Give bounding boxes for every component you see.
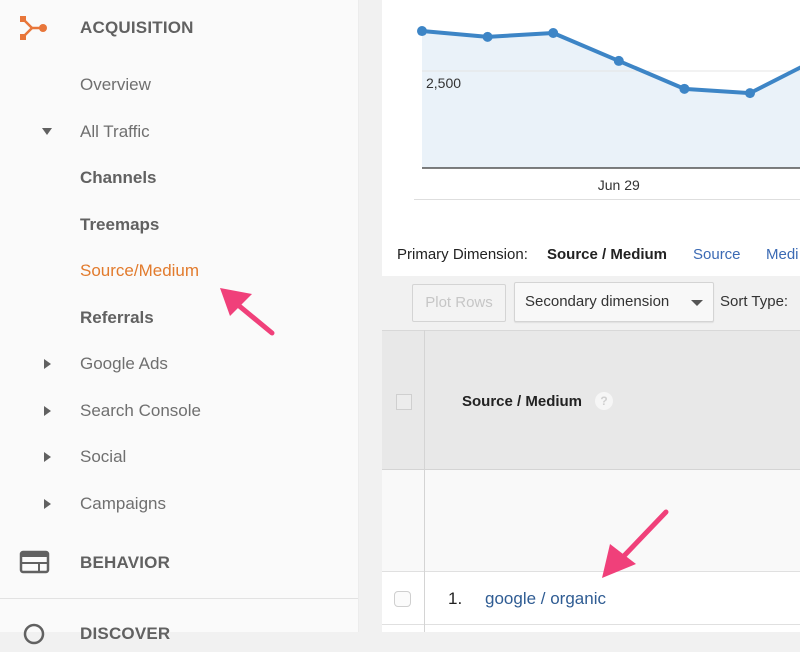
sidebar-item-label: Referrals — [80, 307, 154, 327]
caret-right-icon[interactable] — [44, 498, 51, 509]
sidebar: ACQUISITION Overview All Traffic Channels T… — [0, 0, 359, 645]
chart-area-fill — [422, 31, 800, 168]
plot-rows-button[interactable]: Plot Rows — [412, 284, 506, 322]
data-point — [548, 27, 559, 38]
chart-panel: 2,500 Jun 29 — [382, 0, 800, 230]
primary-dimension-source[interactable]: Source — [693, 246, 741, 263]
column-header-source-medium[interactable]: Source / Medium — [462, 393, 582, 410]
sidebar-item-channels[interactable]: Channels — [0, 162, 358, 196]
sidebar-item-search-console[interactable]: Search Console — [0, 395, 358, 429]
sort-type-label: Sort Type: — [720, 293, 789, 310]
primary-dimension-current: Source / Medium — [547, 246, 668, 263]
sidebar-item-label: Source/Medium — [80, 261, 200, 280]
sidebar-item-label: Treemaps — [80, 214, 160, 234]
sidebar-item-label: Search Console — [80, 400, 201, 420]
table-row: 1. google / organic — [382, 572, 800, 625]
sidebar-item-referrals[interactable]: Referrals — [0, 302, 358, 336]
sidebar-item-label: Google Ads — [80, 354, 168, 373]
sidebar-item-label: Campaigns — [80, 493, 166, 513]
section-label: BEHAVIOR — [80, 553, 171, 572]
primary-dimension-bar: Primary Dimension: Source / Medium Sourc… — [382, 230, 800, 276]
select-all-checkbox[interactable] — [396, 394, 412, 410]
caret-down-icon[interactable] — [42, 127, 52, 135]
section-label: ACQUISITION — [80, 18, 194, 37]
section-behavior[interactable]: BEHAVIOR — [0, 542, 358, 582]
caret-right-icon[interactable] — [44, 359, 51, 369]
data-point — [417, 26, 427, 37]
secondary-dimension-dropdown[interactable]: Secondary dimension — [514, 282, 714, 322]
help-icon[interactable]: ? — [595, 392, 613, 410]
row-source-medium-link[interactable]: google / organic — [485, 589, 606, 609]
sidebar-item-treemaps[interactable]: Treemaps — [0, 209, 358, 243]
discover-icon — [23, 623, 45, 645]
sidebar-item-label: All Traffic — [80, 121, 150, 141]
data-table: Source / Medium ? 1. google / organic — [382, 330, 800, 632]
sidebar-item-campaigns[interactable]: Campaigns — [0, 488, 358, 522]
caret-right-icon[interactable] — [44, 405, 51, 416]
behavior-icon — [19, 550, 50, 574]
section-acquisition[interactable]: ACQUISITION — [0, 8, 358, 48]
row-checkbox[interactable] — [394, 591, 411, 607]
table-header: Source / Medium ? — [382, 330, 800, 470]
section-discover[interactable]: DISCOVER — [0, 612, 358, 652]
sidebar-item-google-ads[interactable]: Google Ads — [0, 348, 358, 382]
data-point — [679, 83, 690, 94]
sidebar-item-label: Social — [80, 447, 127, 466]
secondary-dimension-label: Secondary dimension — [525, 293, 670, 310]
totals-row — [382, 470, 800, 572]
data-point — [745, 88, 755, 99]
sidebar-item-all-traffic[interactable]: All Traffic — [0, 116, 358, 150]
chart-separator — [414, 199, 800, 200]
caret-right-icon[interactable] — [44, 452, 51, 462]
section-label: DISCOVER — [80, 624, 171, 643]
sidebar-item-label: Channels — [80, 168, 157, 187]
primary-dimension-label: Primary Dimension: — [397, 246, 528, 263]
column-divider — [424, 330, 425, 632]
data-point — [482, 31, 493, 42]
sidebar-item-source-medium[interactable]: Source/Medium — [0, 255, 358, 289]
acquisition-icon — [20, 16, 47, 40]
x-tick-label: Jun 29 — [598, 177, 640, 193]
sidebar-item-social[interactable]: Social — [0, 441, 358, 475]
row-index: 1. — [448, 589, 463, 608]
sidebar-item-label: Overview — [80, 75, 151, 94]
table-toolbar: Plot Rows Secondary dimension Sort Type: — [382, 276, 800, 330]
y-tick-label: 2,500 — [426, 75, 461, 91]
line-chart: 2,500 Jun 29 — [417, 26, 800, 193]
chevron-down-icon — [691, 300, 703, 306]
sidebar-divider — [0, 598, 358, 599]
data-point — [613, 55, 624, 66]
primary-dimension-medium[interactable]: Medi — [766, 246, 799, 263]
sidebar-item-overview[interactable]: Overview — [0, 69, 358, 103]
